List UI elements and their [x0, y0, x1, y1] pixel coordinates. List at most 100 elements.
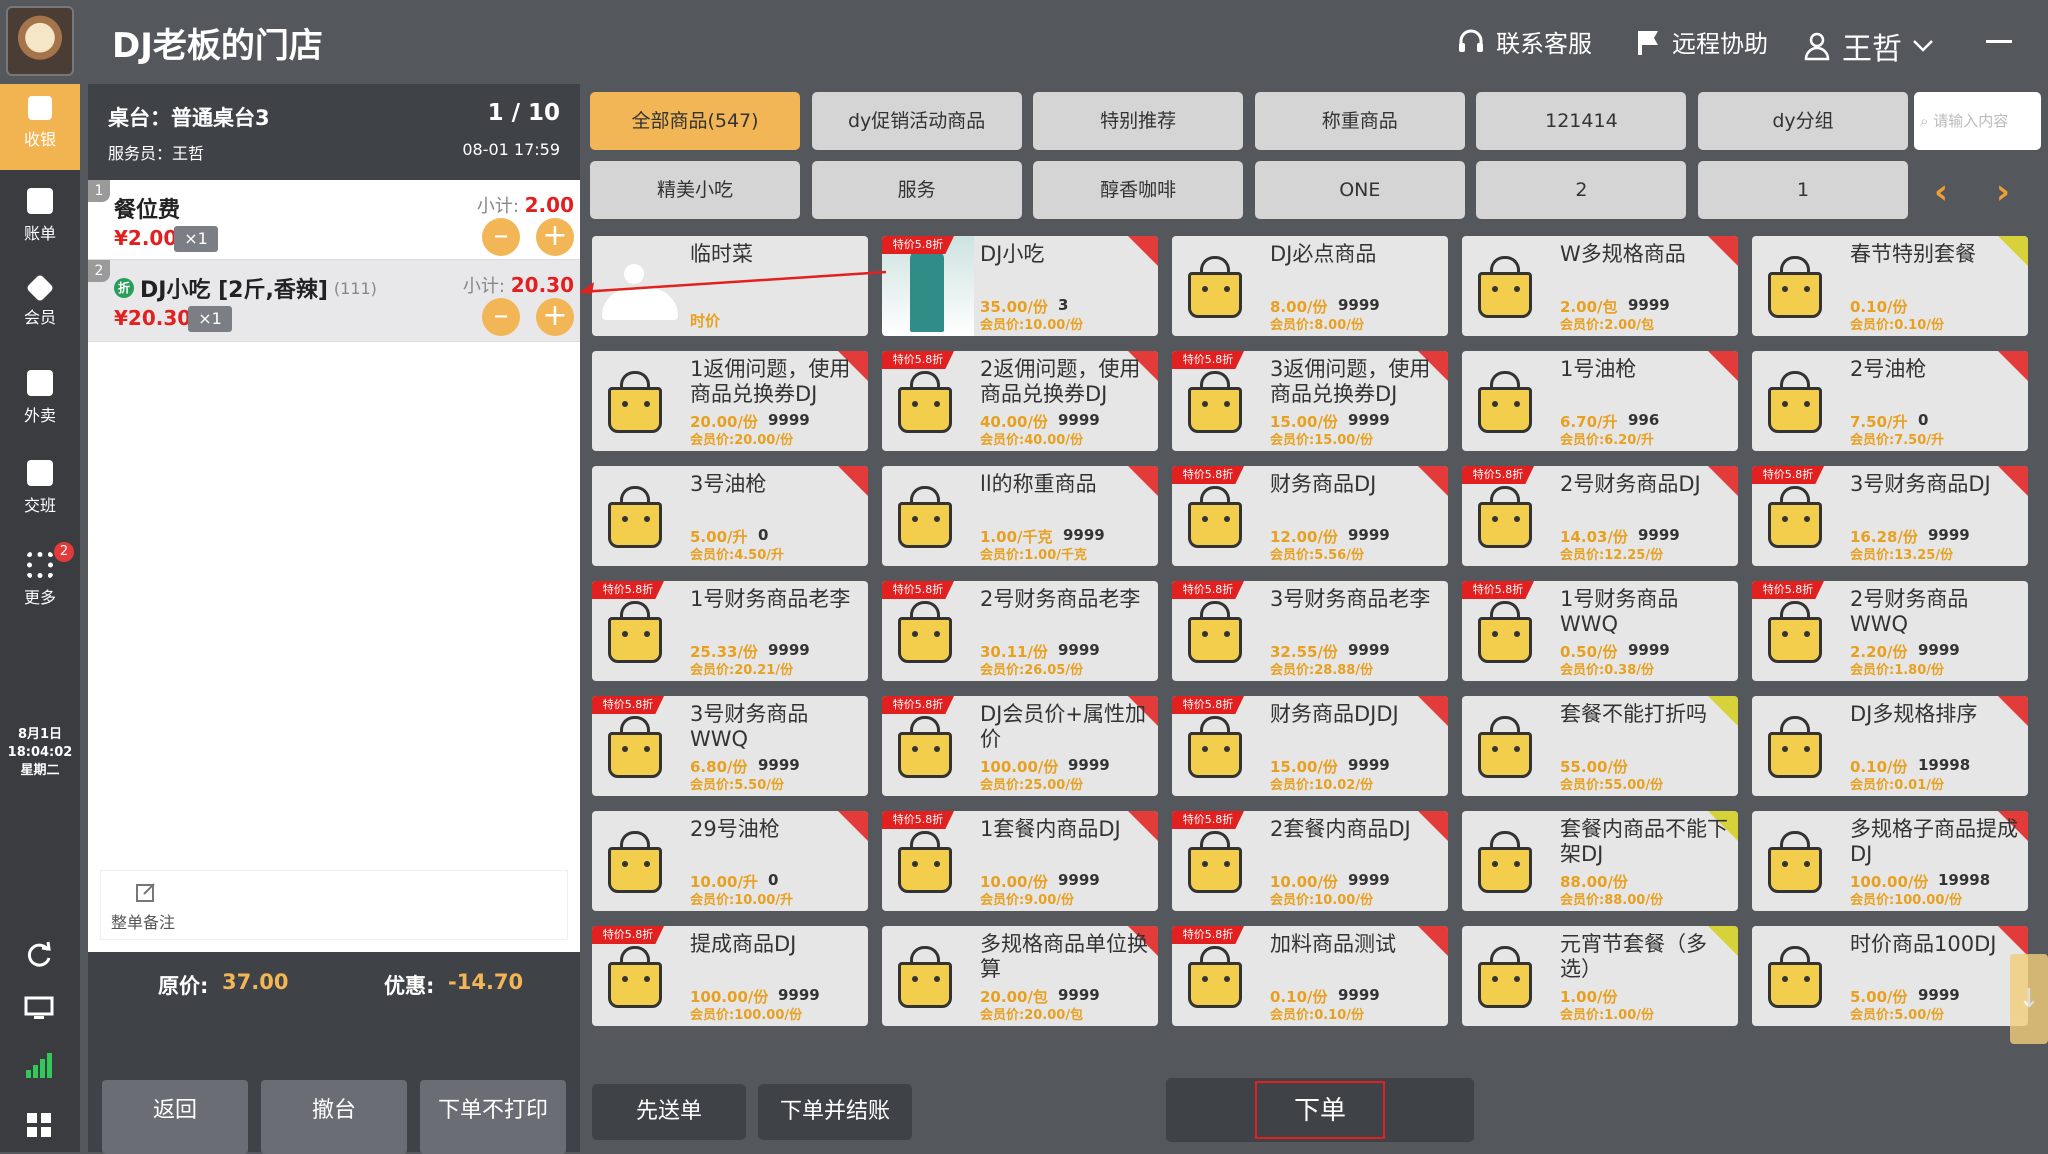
sidebar-item-more[interactable]: 更多 2 — [0, 540, 80, 626]
item-name: 餐位费 — [114, 198, 181, 223]
product-card[interactable]: 特价5.8折 2返佣问题，使用商品兑换券DJ 40.00/份 9999 会员价:40.0… — [882, 351, 1158, 451]
promo-tag: 特价5.8折 — [1462, 581, 1534, 599]
product-card[interactable]: 时价商品100DJ 5.00/份 9999 会员价:5.00/份 — [1752, 926, 2028, 1026]
place-order-button[interactable]: 下单 — [1166, 1078, 1474, 1142]
cash-register-icon — [28, 96, 52, 120]
product-card[interactable]: 套餐内商品不能下架DJ 88.00/份 会员价:88.00/份 — [1462, 811, 1738, 911]
product-card[interactable]: 特价5.8折 2号财务商品老李 30.11/份 9999 会员价:26.05/份 — [882, 581, 1158, 681]
product-card[interactable]: 1号油枪 6.70/升 996 会员价:6.20/升 — [1462, 351, 1738, 451]
category-tab[interactable]: dy促销活动商品 — [811, 92, 1022, 150]
product-card[interactable]: 特价5.8折 1号财务商品WWQ 0.50/份 9999 会员价:0.38/份 — [1462, 581, 1738, 681]
product-card[interactable]: DJ必点商品 8.00/份 9999 会员价:8.00/份 — [1172, 236, 1448, 336]
edit-icon — [136, 883, 155, 902]
product-card[interactable]: 特价5.8折 3号财务商品WWQ 6.80/份 9999 会员价:5.50/份 — [592, 696, 868, 796]
product-card[interactable]: 特价5.8折 1号财务商品老李 25.33/份 9999 会员价:20.21/份 — [592, 581, 868, 681]
product-stock: 0 — [758, 526, 769, 544]
category-tab[interactable]: 精美小吃 — [590, 161, 800, 219]
category-tab[interactable]: 全部商品(547) — [590, 92, 800, 150]
user-menu[interactable]: 王哲 — [1802, 24, 1934, 68]
product-card[interactable]: 特价5.8折 3号财务商品DJ 16.28/份 9999 会员价:13.25/份 — [1752, 466, 2028, 566]
product-stock: 9999 — [768, 641, 810, 659]
category-tab[interactable]: ONE — [1254, 161, 1465, 219]
shopping-bag-icon — [1186, 254, 1244, 324]
order-item[interactable]: 2 折 DJ小吃 [2斤,香辣] (111) ¥20.30 ×1 小计: 20.… — [88, 260, 580, 342]
shopping-bag-icon — [606, 714, 664, 784]
product-card[interactable]: 2号油枪 7.50/升 0 会员价:7.50/升 — [1752, 351, 2028, 451]
customer-service-button[interactable]: 联系客服 — [1456, 24, 1592, 59]
increase-button[interactable]: + — [536, 298, 574, 336]
product-card[interactable]: 元宵节套餐（多选） 1.00/份 会员价:1.00/份 — [1462, 926, 1738, 1026]
product-card[interactable]: W多规格商品 2.00/包 9999 会员价:2.00/包 — [1462, 236, 1738, 336]
product-card[interactable]: 多规格子商品提成DJ 100.00/份 19998 会员价:100.00/份 — [1752, 811, 2028, 911]
item-price: ¥20.30 — [114, 306, 192, 330]
product-card[interactable]: DJ多规格排序 0.10/份 19998 会员价:0.01/份 — [1752, 696, 2028, 796]
sidebar-item-member[interactable]: 会员 — [0, 266, 80, 352]
product-stock: 19998 — [1938, 871, 1991, 889]
product-stock: 9999 — [1348, 871, 1390, 889]
product-card[interactable]: 特价5.8折 1套餐内商品DJ 10.00/份 9999 会员价:9.00/份 — [882, 811, 1158, 911]
order-remark-button[interactable]: 整单备注 — [100, 870, 568, 940]
category-tab[interactable]: 醇香咖啡 — [1033, 161, 1244, 219]
increase-button[interactable]: + — [536, 218, 574, 256]
product-card[interactable]: 特价5.8折 财务商品DJDJ 15.00/份 9999 会员价:10.02/份 — [1172, 696, 1448, 796]
clear-table-button[interactable]: 撤台 — [261, 1080, 407, 1142]
place-order-label: 下单 — [1255, 1081, 1385, 1139]
sidebar-item-shift[interactable]: 交班 — [0, 448, 80, 534]
user-name: 王哲 — [1842, 32, 1902, 67]
category-tab[interactable]: 121414 — [1476, 92, 1687, 150]
product-card[interactable]: 特价5.8折 2套餐内商品DJ 10.00/份 9999 会员价:10.00/份 — [1172, 811, 1448, 911]
scroll-down-button[interactable]: ↓ — [2010, 954, 2048, 1044]
category-tab[interactable]: dy分组 — [1698, 92, 1908, 150]
product-card[interactable]: 特价5.8折 加料商品测试 0.10/份 9999 会员价:0.10/份 — [1172, 926, 1448, 1026]
remote-assist-button[interactable]: 远程协助 — [1632, 24, 1768, 59]
product-stock: 9999 — [1918, 986, 1960, 1004]
category-tab[interactable]: 1 — [1698, 161, 1908, 219]
product-name: 1号财务商品老李 — [690, 587, 851, 611]
next-page-arrow[interactable]: › — [1996, 172, 2010, 212]
back-button[interactable]: 返回 — [102, 1080, 248, 1142]
product-card[interactable]: 特价5.8折 3返佣问题，使用商品兑换券DJ 15.00/份 9999 会员价:15.0… — [1172, 351, 1448, 451]
sidebar-item-cashier[interactable]: 收银 — [0, 84, 80, 170]
promo-tag: 特价5.8折 — [1172, 696, 1244, 714]
product-card[interactable]: 多规格商品单位换算 20.00/包 9999 会员价:20.00/包 — [882, 926, 1158, 1026]
product-card[interactable]: 特价5.8折 提成商品DJ 100.00/份 9999 会员价:100.00/份 — [592, 926, 868, 1026]
product-card[interactable]: 特价5.8折 3号财务商品老李 32.55/份 9999 会员价:28.88/份 — [1172, 581, 1448, 681]
order-no-print-button[interactable]: 下单不打印 — [420, 1080, 566, 1142]
user-icon — [1804, 32, 1830, 61]
promo-tag: 特价5.8折 — [882, 581, 954, 599]
decrease-button[interactable]: – — [482, 298, 520, 336]
sidebar-item-takeout[interactable]: 外卖 — [0, 358, 80, 444]
product-card[interactable]: ll的称重商品 1.00/千克 9999 会员价:1.00/千克 — [882, 466, 1158, 566]
category-tab[interactable]: 特别推荐 — [1033, 92, 1244, 150]
grid-icon[interactable] — [26, 1112, 52, 1138]
product-card[interactable]: 特价5.8折 DJ会员价+属性加价 100.00/份 9999 会员价:25.00/份 — [882, 696, 1158, 796]
member-price: 会员价:1.00/份 — [1560, 1008, 1655, 1023]
order-checkout-button[interactable]: 下单并结账 — [758, 1084, 912, 1140]
minimize-button[interactable] — [1986, 40, 2012, 43]
product-card[interactable]: 29号油枪 10.00/升 0 会员价:10.00/升 — [592, 811, 868, 911]
prev-page-arrow[interactable]: ‹ — [1934, 172, 1948, 212]
category-tab[interactable]: 称重商品 — [1254, 92, 1465, 150]
promo-tag: 特价5.8折 — [592, 926, 664, 944]
search-placeholder: 请输入内容 — [1933, 112, 2009, 130]
product-card[interactable]: 特价5.8折 2号财务商品DJ 14.03/份 9999 会员价:12.25/份 — [1462, 466, 1738, 566]
member-price: 会员价:5.00/份 — [1850, 1008, 1945, 1023]
product-card[interactable]: 特价5.8折 财务商品DJ 12.00/份 9999 会员价:5.56/份 — [1172, 466, 1448, 566]
item-price: ¥2.00 — [114, 226, 178, 250]
product-stock: 9999 — [1068, 756, 1110, 774]
product-card[interactable]: 3号油枪 5.00/升 0 会员价:4.50/升 — [592, 466, 868, 566]
category-tab[interactable]: 2 — [1476, 161, 1687, 219]
product-card[interactable]: 特价5.8折 DJ小吃 35.00/份 3 会员价:10.00/份 — [882, 236, 1158, 336]
send-first-button[interactable]: 先送单 — [592, 1084, 746, 1140]
order-item[interactable]: 1 餐位费 ¥2.00 ×1 小计: 2.00 – + — [88, 180, 580, 260]
monitor-icon[interactable] — [24, 996, 54, 1022]
refresh-icon[interactable] — [24, 940, 54, 970]
search-input[interactable]: ⌕ 请输入内容 — [1914, 92, 2041, 150]
sidebar-item-bill[interactable]: 账单 — [0, 176, 80, 262]
product-card[interactable]: 特价5.8折 2号财务商品WWQ 2.20/份 9999 会员价:1.80/份 — [1752, 581, 2028, 681]
product-card[interactable]: 套餐不能打折吗 55.00/份 会员价:55.00/份 — [1462, 696, 1738, 796]
product-card[interactable]: 1返佣问题，使用商品兑换券DJ 20.00/份 9999 会员价:20.00/份 — [592, 351, 868, 451]
decrease-button[interactable]: – — [482, 218, 520, 256]
product-card[interactable]: 春节特别套餐 0.10/份 会员价:0.10/份 — [1752, 236, 2028, 336]
category-tab[interactable]: 服务 — [811, 161, 1022, 219]
